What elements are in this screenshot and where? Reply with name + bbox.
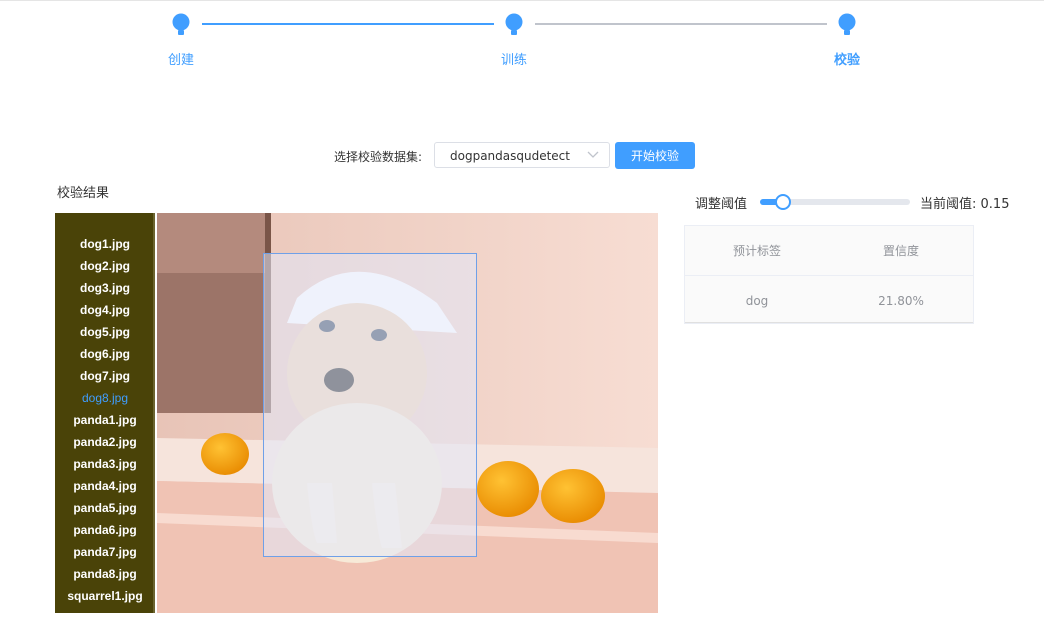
table-row: dog 21.80%: [685, 276, 973, 325]
table-header: 预计标签 置信度: [685, 226, 973, 276]
file-list-item[interactable]: dog2.jpg: [55, 255, 155, 277]
file-list-item[interactable]: dog7.jpg: [55, 365, 155, 387]
file-list-item[interactable]: panda8.jpg: [55, 563, 155, 585]
file-list-scrollbar[interactable]: [153, 213, 155, 613]
step-validate: 校验: [807, 12, 887, 68]
step-label: 校验: [833, 53, 860, 68]
chevron-down-icon: [587, 151, 599, 158]
top-divider: [0, 0, 1044, 1]
result-table: 预计标签 置信度 dog 21.80%: [684, 225, 974, 324]
step-label: 创建: [167, 53, 194, 68]
file-list-item[interactable]: squarrel1.jpg: [55, 585, 155, 607]
cell-confidence: 21.80%: [878, 293, 924, 308]
detection-bounding-box: [263, 253, 477, 557]
file-list-item[interactable]: dog1.jpg: [55, 233, 155, 255]
step-create: 创建: [141, 12, 221, 68]
lightbulb-icon: [172, 13, 190, 35]
step-label: 训练: [500, 53, 527, 68]
file-list-item[interactable]: panda4.jpg: [55, 475, 155, 497]
start-validation-button[interactable]: 开始校验: [615, 142, 695, 169]
file-list-item[interactable]: dog6.jpg: [55, 343, 155, 365]
slider-thumb[interactable]: [774, 194, 791, 210]
current-threshold-label: 当前阈值:: [920, 197, 977, 212]
file-list-item[interactable]: panda3.jpg: [55, 453, 155, 475]
file-list-item[interactable]: squarrel2.jpg: [55, 607, 155, 613]
current-threshold: 当前阈值: 0.15: [920, 193, 1009, 212]
file-list-item[interactable]: dog3.jpg: [55, 277, 155, 299]
dataset-select[interactable]: dogpandasqudetect: [434, 142, 610, 168]
lightbulb-icon: [505, 13, 523, 35]
image-preview: [157, 213, 658, 613]
current-threshold-value: 0.15: [980, 197, 1010, 212]
file-list-item[interactable]: panda7.jpg: [55, 541, 155, 563]
file-list-item[interactable]: panda1.jpg: [55, 409, 155, 431]
file-list-item[interactable]: dog8.jpg: [55, 387, 155, 409]
threshold-label: 调整阈值: [695, 197, 748, 212]
step-connector-2: [535, 23, 827, 25]
step-train: 训练: [474, 12, 554, 68]
file-list-item[interactable]: panda5.jpg: [55, 497, 155, 519]
file-list-item[interactable]: dog4.jpg: [55, 299, 155, 321]
step-connector-1: [202, 23, 494, 25]
header-predicted-label: 预计标签: [732, 244, 781, 258]
lightbulb-icon: [838, 13, 856, 35]
file-list-item[interactable]: dog5.jpg: [55, 321, 155, 343]
file-list-item[interactable]: panda2.jpg: [55, 431, 155, 453]
dataset-select-value: dogpandasqudetect: [450, 149, 570, 163]
cell-predicted-label: dog: [745, 293, 769, 308]
dataset-select-label: 选择校验数据集:: [334, 150, 423, 164]
file-list-item[interactable]: panda6.jpg: [55, 519, 155, 541]
threshold-slider[interactable]: [760, 194, 910, 210]
results-title: 校验结果: [57, 186, 110, 201]
file-list[interactable]: dog1.jpg dog2.jpg dog3.jpg dog4.jpg dog5.jpg…: [55, 213, 155, 613]
header-confidence: 置信度: [882, 244, 919, 258]
